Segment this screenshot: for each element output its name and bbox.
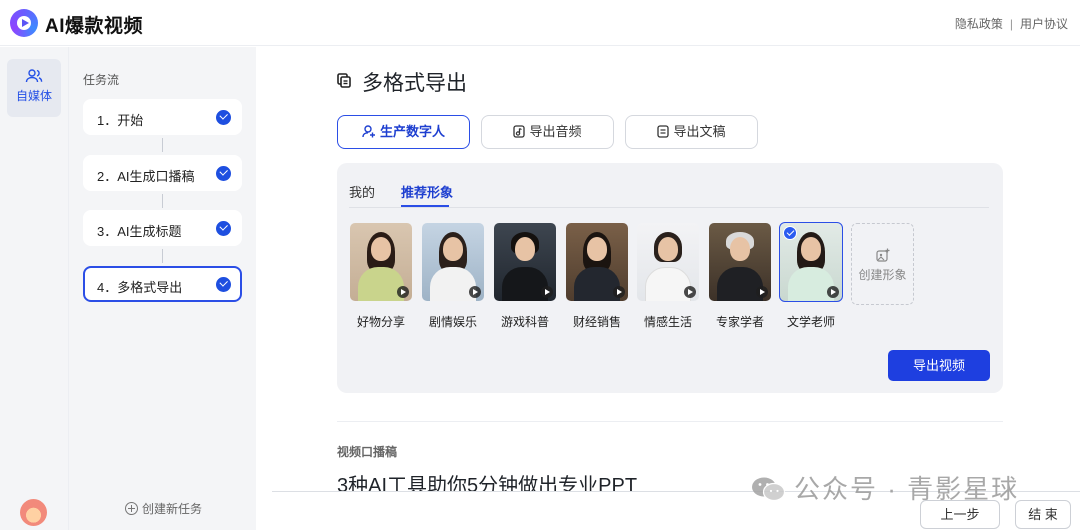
script-section-label: 视频口播稿: [337, 445, 398, 459]
avatar-label: 剧情娱乐: [428, 315, 477, 329]
avatar-panel: 我的 推荐形象 好物分享 剧情娱乐 游戏科普 财经销售 情感生活 专家学者 文学…: [337, 163, 1003, 393]
avatar-label: 专家学者: [715, 315, 764, 329]
script-title: 3种AI工具助你5分钟做出专业PPT: [337, 475, 638, 491]
tab-label: 导出音频: [529, 124, 582, 139]
workflow-step-title[interactable]: 3．AI生成标题: [83, 210, 242, 246]
avatar-card[interactable]: [422, 223, 484, 301]
app-logo-icon: [10, 9, 38, 37]
subtab-recommended[interactable]: 推荐形象: [401, 182, 453, 201]
avatar-card[interactable]: [494, 223, 556, 301]
plus-circle-icon: [125, 502, 138, 515]
workflow-step-start[interactable]: 1．开始: [83, 99, 242, 135]
avatar-card[interactable]: [566, 223, 628, 301]
play-icon[interactable]: [469, 286, 481, 298]
users-icon: [25, 69, 43, 83]
add-image-icon: [875, 248, 889, 262]
check-circle-icon: [216, 221, 231, 236]
copy-icon: [337, 73, 351, 88]
play-icon[interactable]: [397, 286, 409, 298]
step-label: 4．多格式导出: [97, 280, 183, 295]
document-icon: [657, 125, 670, 138]
check-circle-icon: [216, 166, 231, 181]
avatar-label: 文学老师: [786, 315, 835, 329]
create-new-task-button[interactable]: 创建新任务: [125, 500, 202, 517]
avatar-label: 情感生活: [643, 315, 692, 329]
workflow-step-script[interactable]: 2．AI生成口播稿: [83, 155, 242, 191]
avatar-card-selected[interactable]: [779, 222, 843, 302]
finish-button[interactable]: 结 束: [1015, 500, 1071, 529]
tab-export-document[interactable]: 导出文稿: [625, 115, 758, 149]
left-rail: 自媒体: [0, 47, 68, 530]
step-connector: [162, 249, 163, 263]
top-header: AI爆款视频 隐私政策 | 用户协议: [0, 0, 1080, 46]
check-circle-icon: [216, 110, 231, 125]
tab-digital-human[interactable]: 生产数字人: [337, 115, 470, 149]
avatar-card[interactable]: [709, 223, 771, 301]
play-icon[interactable]: [827, 286, 839, 298]
previous-step-button[interactable]: 上一步: [920, 500, 1000, 529]
link-separator: |: [1009, 17, 1013, 31]
step-label: 3．AI生成标题: [97, 224, 182, 239]
top-links: 隐私政策 | 用户协议: [955, 15, 1068, 32]
avatar-card[interactable]: [350, 223, 412, 301]
wechat-icon: [752, 477, 786, 502]
export-video-button[interactable]: 导出视频: [888, 350, 990, 381]
play-icon[interactable]: [613, 286, 625, 298]
subtab-mine[interactable]: 我的: [349, 182, 375, 201]
tab-export-audio[interactable]: 导出音频: [481, 115, 614, 149]
avatar-card[interactable]: [637, 223, 699, 301]
avatar-label: 游戏科普: [500, 315, 549, 329]
app-title: AI爆款视频: [45, 16, 144, 37]
rail-item-label: 自媒体: [15, 89, 52, 103]
workflow-title: 任务流: [83, 73, 120, 87]
avatar-label: 财经销售: [572, 315, 621, 329]
tab-label: 导出文稿: [673, 124, 726, 139]
page-title: 多格式导出: [362, 72, 467, 95]
play-icon[interactable]: [756, 286, 768, 298]
workflow-step-export[interactable]: 4．多格式导出: [83, 266, 242, 302]
play-icon[interactable]: [541, 286, 553, 298]
selected-check-icon: [783, 226, 797, 240]
user-agreement-link[interactable]: 用户协议: [1020, 15, 1068, 32]
step-connector: [162, 194, 163, 208]
play-icon[interactable]: [684, 286, 696, 298]
subtab-active-indicator: [401, 205, 449, 207]
step-label: 1．开始: [97, 113, 144, 128]
create-avatar-label: 创建形象: [858, 268, 907, 282]
tab-label: 生产数字人: [379, 124, 445, 139]
subtab-divider: [349, 207, 989, 208]
user-avatar[interactable]: [20, 499, 47, 526]
step-label: 2．AI生成口播稿: [97, 169, 195, 184]
workflow-panel: 任务流 1．开始 2．AI生成口播稿 3．AI生成标题 4．多格式导出 创建新任…: [68, 47, 256, 530]
privacy-policy-link[interactable]: 隐私政策: [955, 15, 1003, 32]
avatar-label: 好物分享: [356, 315, 405, 329]
check-circle-icon: [216, 277, 231, 292]
music-file-icon: [513, 125, 526, 138]
rail-item-self-media[interactable]: 自媒体: [7, 59, 61, 117]
step-connector: [162, 138, 163, 152]
section-divider: [337, 421, 1003, 422]
add-user-icon: [362, 125, 375, 138]
create-new-task-label: 创建新任务: [142, 502, 203, 516]
create-avatar-button[interactable]: 创建形象: [851, 223, 914, 305]
